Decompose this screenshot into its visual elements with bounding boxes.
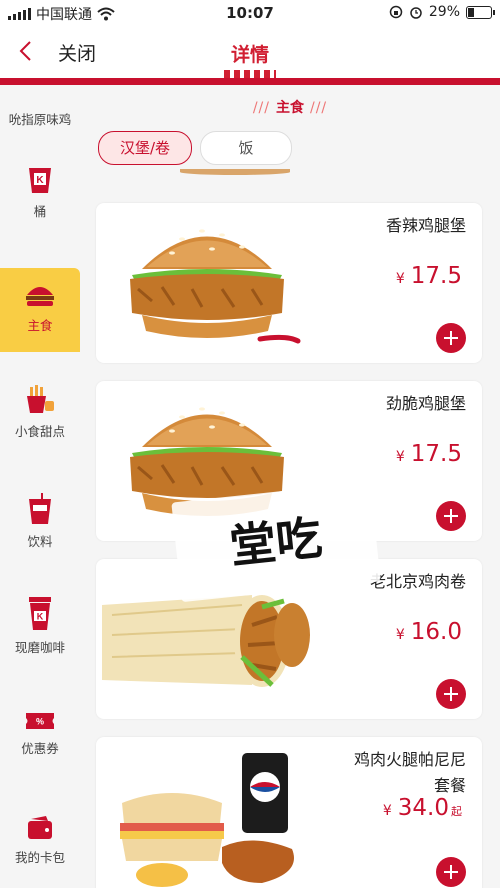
sidebar-item-label: 我的卡包 bbox=[14, 850, 65, 865]
filter-chip-rice[interactable]: 饭 bbox=[200, 131, 292, 165]
chicken-ham-panini-combo-image bbox=[120, 753, 294, 887]
wallet-icon bbox=[28, 816, 52, 839]
battery-percent: 29% bbox=[428, 4, 460, 20]
price-value: 17.5 bbox=[410, 263, 462, 289]
dine-in-watermark: 堂吃 bbox=[171, 481, 381, 603]
section-deco-left: /// bbox=[252, 100, 270, 116]
previous-item-peek bbox=[180, 169, 290, 175]
alarm-icon bbox=[410, 7, 422, 19]
status-bar: 中国联通 10:07 29% bbox=[0, 0, 500, 26]
product-name-line1: 鸡肉火腿帕尼尼 bbox=[353, 750, 466, 769]
filter-chip-burger-wrap[interactable]: 汉堡/卷 bbox=[98, 131, 192, 165]
svg-text:K: K bbox=[36, 175, 44, 186]
sidebar-item-coffee[interactable]: K 现磨咖啡 bbox=[0, 597, 80, 667]
product-price: ¥16.0 bbox=[396, 619, 462, 645]
add-to-cart-button[interactable] bbox=[436, 857, 466, 887]
price-value: 16.0 bbox=[410, 619, 462, 645]
product-price: ¥17.5 bbox=[396, 263, 462, 289]
product-card[interactable]: 鸡肉火腿帕尼尼 套餐 ¥34.0 起 bbox=[96, 737, 482, 888]
add-to-cart-button[interactable] bbox=[436, 501, 466, 531]
sidebar-item-snacks[interactable]: 小食甜点 bbox=[0, 385, 80, 455]
sidebar-item-coupons[interactable]: % 优惠券 bbox=[0, 710, 80, 780]
bucket-icon: K bbox=[29, 168, 51, 193]
price-suffix: 起 bbox=[451, 805, 462, 818]
price-value: 17.5 bbox=[410, 441, 462, 467]
sidebar-item-label: 主食 bbox=[27, 318, 53, 333]
product-price: ¥17.5 bbox=[396, 441, 462, 467]
product-list-panel: /// 主食 /// 汉堡/卷 饭 香辣鸡腿堡 ¥17.5 劲脆鸡腿堡 ¥ 17.5… bbox=[80, 85, 500, 888]
section-deco-right: /// bbox=[310, 100, 328, 116]
coupon-icon: % bbox=[26, 713, 54, 729]
currency-symbol: ¥ bbox=[395, 271, 405, 287]
page-title: 详情 bbox=[230, 44, 269, 66]
product-card[interactable]: 香辣鸡腿堡 ¥17.5 bbox=[96, 203, 482, 363]
product-name: 香辣鸡腿堡 bbox=[385, 216, 466, 235]
currency-symbol: ¥ bbox=[382, 803, 392, 819]
coffee-icon: K bbox=[29, 597, 51, 630]
drink-icon bbox=[29, 493, 51, 524]
nav-bar: 关闭 详情 bbox=[0, 26, 500, 80]
brand-band bbox=[0, 78, 500, 85]
price-value: 34.0 bbox=[397, 795, 449, 821]
sidebar-item-label: 小食甜点 bbox=[14, 424, 65, 439]
battery-icon bbox=[466, 5, 495, 19]
product-name: 老北京鸡肉卷 bbox=[369, 572, 466, 591]
svg-text:K: K bbox=[37, 612, 44, 622]
sidebar-item-label: 吮指原味鸡 bbox=[8, 112, 72, 127]
sidebar-item-label: 现磨咖啡 bbox=[14, 640, 65, 655]
product-name: 鸡肉火腿帕尼尼 套餐 bbox=[354, 747, 466, 799]
currency-symbol: ¥ bbox=[395, 627, 405, 643]
sidebar-item-label: 优惠券 bbox=[21, 741, 59, 756]
section-title: /// 主食 /// bbox=[80, 97, 500, 117]
product-price: ¥34.0 起 bbox=[383, 795, 462, 821]
sidebar-item-main-food[interactable]: 主食 bbox=[0, 268, 80, 352]
section-title-text: 主食 bbox=[276, 100, 304, 116]
burger-icon bbox=[26, 287, 54, 306]
sidebar-item-wallet[interactable]: 我的卡包 bbox=[0, 815, 80, 885]
add-to-cart-button[interactable] bbox=[436, 323, 466, 353]
orientation-lock-icon bbox=[389, 5, 403, 19]
product-name: 劲脆鸡腿堡 bbox=[385, 394, 466, 413]
sidebar-item-label: 桶 bbox=[33, 204, 47, 219]
sidebar-item-label: 饮料 bbox=[27, 534, 53, 549]
svg-text:%: % bbox=[36, 717, 44, 727]
currency-symbol: ¥ bbox=[395, 449, 405, 465]
sidebar-item-bucket[interactable]: K 桶 bbox=[0, 165, 80, 235]
sidebar-item-drinks[interactable]: 饮料 bbox=[0, 493, 80, 563]
add-to-cart-button[interactable] bbox=[436, 679, 466, 709]
spicy-chicken-burger-image bbox=[130, 229, 301, 344]
category-sidebar: 吮指原味鸡 K 桶 主食 小食甜点 饮料 K 现磨咖啡 % 优惠券 我的卡包 bbox=[0, 85, 80, 888]
sidebar-item-original-chicken[interactable]: 吮指原味鸡 bbox=[0, 85, 80, 135]
status-right: 29% bbox=[389, 4, 495, 20]
fries-icon bbox=[27, 385, 54, 413]
